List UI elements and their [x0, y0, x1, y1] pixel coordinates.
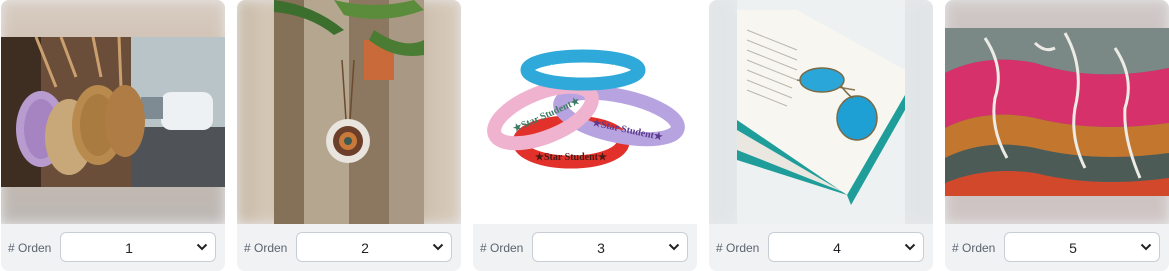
order-controls-4: # Orden 4 [709, 224, 933, 271]
chevron-down-icon [196, 243, 208, 251]
order-controls-5: # Orden 5 [945, 224, 1169, 271]
order-select-3[interactable]: 3 [532, 232, 688, 262]
chevron-down-icon [904, 243, 916, 251]
product-image-5 [945, 0, 1169, 224]
chevron-down-icon [432, 243, 444, 251]
product-image-4 [709, 0, 933, 224]
order-select-value: 1 [125, 240, 133, 256]
knitted-yarn-pile-photo [945, 28, 1169, 196]
product-image-3: ★Star Student★ ★Star Student★ ★Star Stud… [473, 0, 697, 224]
order-label: # Orden [952, 241, 996, 255]
product-card-4: # Orden 4 [709, 0, 933, 271]
product-card-1: # Orden 1 [1, 0, 225, 271]
book-and-sunglasses-photo [737, 0, 905, 224]
order-controls-3: # Orden 3 [473, 224, 697, 271]
order-label: # Orden [716, 241, 760, 255]
order-controls-2: # Orden 2 [237, 224, 461, 271]
order-label: # Orden [8, 241, 52, 255]
order-select-value: 2 [361, 240, 369, 256]
star-student-wristbands-photo: ★Star Student★ ★Star Student★ ★Star Stud… [487, 49, 685, 169]
order-select-value: 3 [597, 240, 605, 256]
round-rattan-bags-photo [1, 37, 225, 187]
order-label: # Orden [480, 241, 524, 255]
chevron-down-icon [668, 243, 680, 251]
order-select-5[interactable]: 5 [1004, 232, 1160, 262]
product-card-3: ★Star Student★ ★Star Student★ ★Star Stud… [473, 0, 697, 271]
order-select-4[interactable]: 4 [768, 232, 924, 262]
wristband-text-blue: ★Star Student★ [547, 64, 619, 75]
product-image-2 [237, 0, 461, 224]
order-controls-1: # Orden 1 [1, 224, 225, 271]
order-select-value: 5 [1069, 240, 1077, 256]
product-card-5: # Orden 5 [945, 0, 1169, 271]
wristband-text-red: ★Star Student★ [535, 152, 607, 163]
order-select-1[interactable]: 1 [60, 232, 216, 262]
wooden-door-pendant-photo [274, 0, 424, 224]
product-card-2: # Orden 2 [237, 0, 461, 271]
order-select-value: 4 [833, 240, 841, 256]
order-select-2[interactable]: 2 [296, 232, 452, 262]
chevron-down-icon [1140, 243, 1152, 251]
product-order-list: # Orden 1 # Orden 2 ★Star Student★ ★Star… [0, 0, 1169, 271]
product-image-1 [1, 0, 225, 224]
order-label: # Orden [244, 241, 288, 255]
